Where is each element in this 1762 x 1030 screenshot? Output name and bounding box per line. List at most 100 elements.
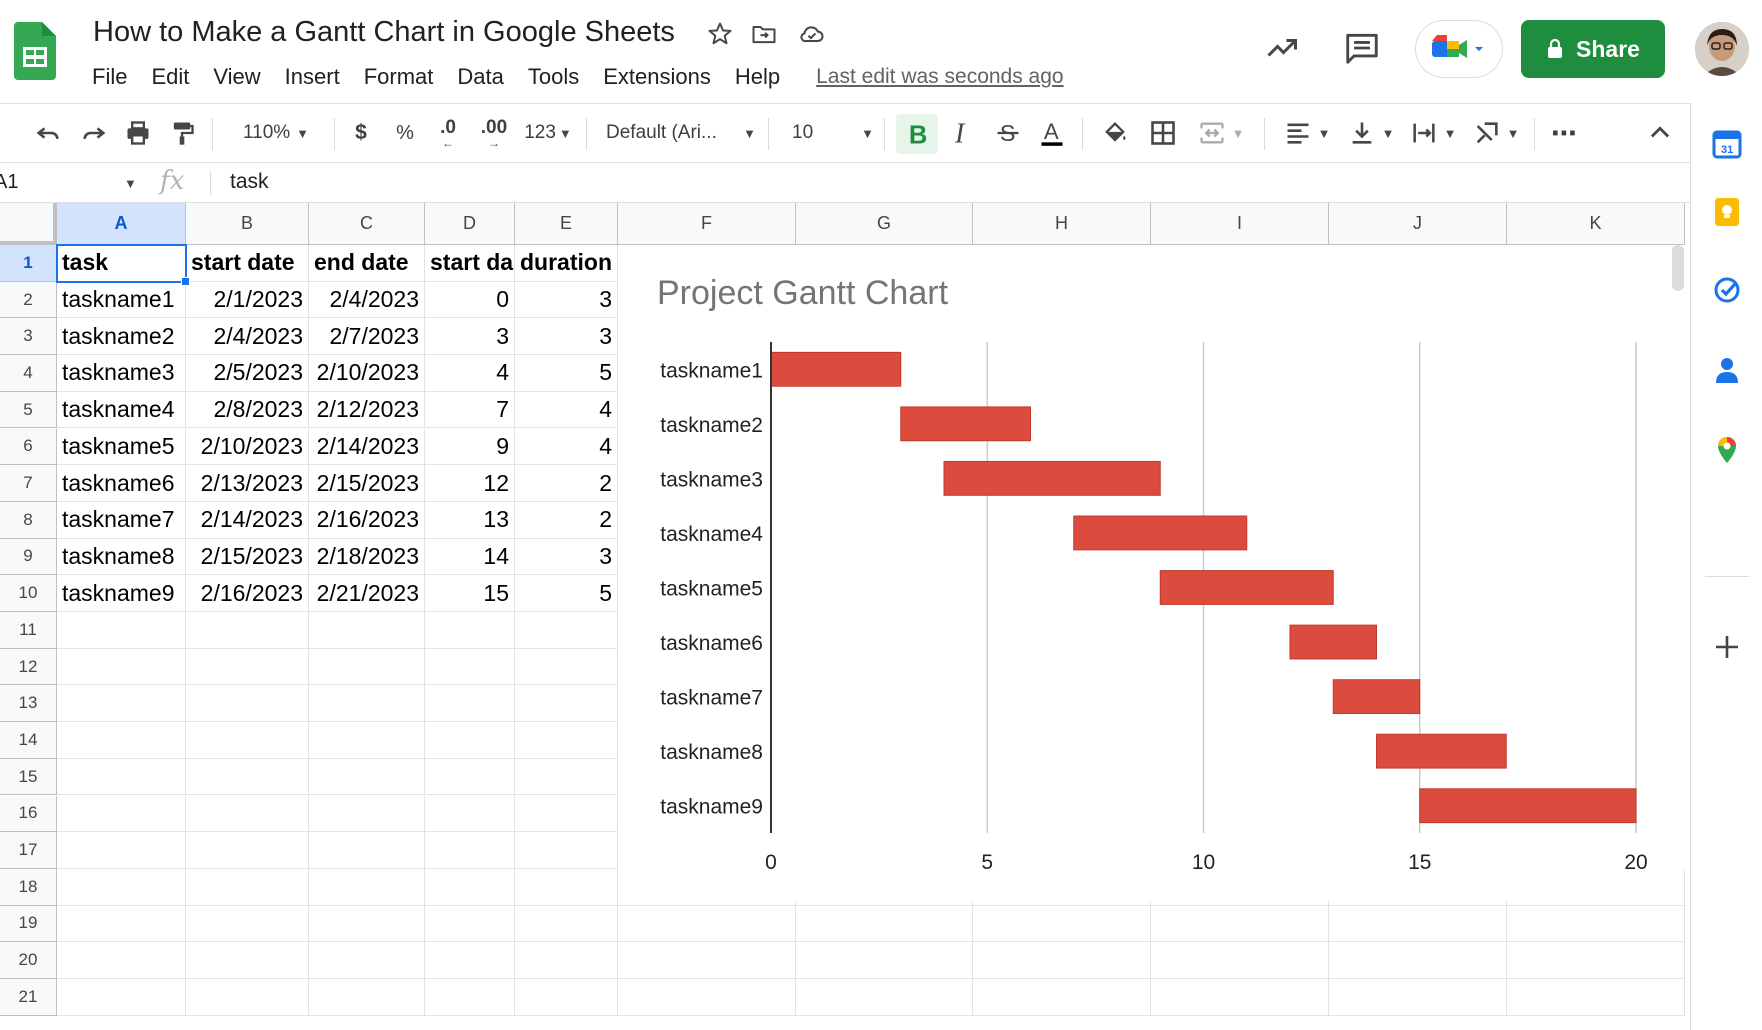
empty-cell[interactable]	[1151, 942, 1329, 979]
row-header[interactable]: 7	[0, 465, 57, 502]
empty-cell[interactable]	[57, 722, 186, 759]
font-size-select[interactable]: 10 ▼	[792, 104, 874, 162]
comments-icon[interactable]	[1342, 28, 1382, 68]
empty-cell[interactable]	[515, 722, 618, 759]
empty-cell[interactable]	[186, 905, 309, 943]
empty-cell[interactable]	[309, 648, 425, 686]
column-header-f[interactable]: F	[618, 203, 796, 245]
row-header[interactable]: 3	[0, 318, 57, 356]
column-header-i[interactable]: I	[1151, 203, 1329, 245]
empty-cell[interactable]	[57, 758, 186, 796]
row-header[interactable]: 17	[0, 832, 57, 869]
table-cell[interactable]: taskname3	[57, 355, 186, 392]
empty-cell[interactable]	[515, 979, 618, 1016]
number-format-select[interactable]: 123 ▼	[518, 104, 578, 162]
row-header[interactable]: 14	[0, 722, 57, 759]
table-cell[interactable]: 2/15/2023	[309, 465, 425, 502]
zoom-select[interactable]: 110% ▼	[228, 104, 324, 162]
user-avatar[interactable]	[1695, 22, 1749, 76]
table-cell[interactable]: 2/16/2023	[186, 575, 309, 612]
empty-cell[interactable]	[425, 685, 515, 723]
sheets-logo-icon[interactable]	[14, 22, 56, 80]
table-cell[interactable]: 2/4/2023	[186, 318, 309, 356]
table-cell[interactable]: 4	[515, 391, 618, 429]
menu-data[interactable]: Data	[445, 64, 515, 90]
table-cell[interactable]: taskname5	[57, 428, 186, 466]
bold-button[interactable]: B	[896, 114, 938, 154]
table-cell[interactable]: 2/13/2023	[186, 465, 309, 502]
column-header-c[interactable]: C	[309, 203, 425, 245]
empty-cell[interactable]	[425, 795, 515, 833]
vertical-scrollbar[interactable]	[1672, 245, 1684, 291]
table-cell[interactable]: 2/7/2023	[309, 318, 425, 356]
chevron-up-icon[interactable]	[1642, 104, 1678, 162]
empty-cell[interactable]	[1329, 905, 1507, 943]
table-cell[interactable]: 2/18/2023	[309, 538, 425, 576]
table-cell[interactable]: 2/12/2023	[309, 391, 425, 429]
last-edit-link[interactable]: Last edit was seconds ago	[816, 65, 1064, 89]
empty-cell[interactable]	[515, 868, 618, 906]
table-cell[interactable]: 2/5/2023	[186, 355, 309, 392]
horizontal-align-icon[interactable]: ▼	[1278, 104, 1336, 162]
contacts-icon[interactable]	[1710, 353, 1744, 387]
empty-cell[interactable]	[973, 979, 1151, 1016]
empty-cell[interactable]	[515, 832, 618, 869]
row-header[interactable]: 11	[0, 612, 57, 649]
header-cell[interactable]: start date	[186, 245, 309, 282]
star-icon[interactable]	[703, 17, 737, 51]
table-cell[interactable]: taskname9	[57, 575, 186, 612]
vertical-align-icon[interactable]: ▼	[1344, 104, 1398, 162]
row-header[interactable]: 1	[0, 245, 57, 282]
increase-decimal-button[interactable]: .00 →	[474, 104, 514, 162]
currency-format-button[interactable]: $	[346, 104, 376, 162]
empty-cell[interactable]	[515, 758, 618, 796]
more-options-icon[interactable]: ⋯	[1546, 104, 1582, 162]
table-cell[interactable]: 2/14/2023	[309, 428, 425, 466]
menu-file[interactable]: File	[80, 64, 139, 90]
row-header[interactable]: 13	[0, 685, 57, 723]
empty-cell[interactable]	[309, 795, 425, 833]
empty-cell[interactable]	[425, 868, 515, 906]
row-header[interactable]: 4	[0, 355, 57, 392]
row-header[interactable]: 5	[0, 391, 57, 429]
empty-cell[interactable]	[186, 685, 309, 723]
header-cell[interactable]: end date	[309, 245, 425, 282]
table-cell[interactable]: 2	[515, 501, 618, 539]
table-cell[interactable]: 0	[425, 281, 515, 319]
row-header[interactable]: 19	[0, 905, 57, 943]
document-title[interactable]: How to Make a Gantt Chart in Google Shee…	[93, 16, 675, 49]
table-cell[interactable]: 2/10/2023	[186, 428, 309, 466]
table-cell[interactable]: 2/8/2023	[186, 391, 309, 429]
empty-cell[interactable]	[57, 795, 186, 833]
empty-cell[interactable]	[1151, 979, 1329, 1016]
move-to-folder-icon[interactable]	[747, 17, 781, 51]
row-header[interactable]: 12	[0, 648, 57, 686]
undo-icon[interactable]	[30, 104, 66, 162]
name-box[interactable]: A1 ▼	[0, 163, 140, 202]
empty-cell[interactable]	[618, 942, 796, 979]
empty-cell[interactable]	[618, 905, 796, 943]
table-cell[interactable]: taskname7	[57, 501, 186, 539]
empty-cell[interactable]	[186, 832, 309, 869]
gantt-chart[interactable]: Project Gantt Chart taskname1 taskname2 tas…	[620, 246, 1670, 901]
table-cell[interactable]: 9	[425, 428, 515, 466]
tasks-icon[interactable]	[1710, 273, 1744, 307]
menu-insert[interactable]: Insert	[273, 64, 352, 90]
empty-cell[interactable]	[1507, 942, 1685, 979]
table-cell[interactable]: 2/14/2023	[186, 501, 309, 539]
empty-cell[interactable]	[515, 905, 618, 943]
empty-cell[interactable]	[186, 868, 309, 906]
empty-cell[interactable]	[57, 979, 186, 1016]
row-header[interactable]: 9	[0, 538, 57, 576]
empty-cell[interactable]	[796, 979, 973, 1016]
empty-cell[interactable]	[186, 795, 309, 833]
empty-cell[interactable]	[57, 905, 186, 943]
empty-cell[interactable]	[57, 942, 186, 979]
table-cell[interactable]: taskname6	[57, 465, 186, 502]
menu-view[interactable]: View	[201, 64, 272, 90]
empty-cell[interactable]	[425, 648, 515, 686]
column-header-b[interactable]: B	[186, 203, 309, 245]
borders-icon[interactable]	[1144, 104, 1182, 162]
empty-cell[interactable]	[1507, 905, 1685, 943]
empty-cell[interactable]	[186, 979, 309, 1016]
